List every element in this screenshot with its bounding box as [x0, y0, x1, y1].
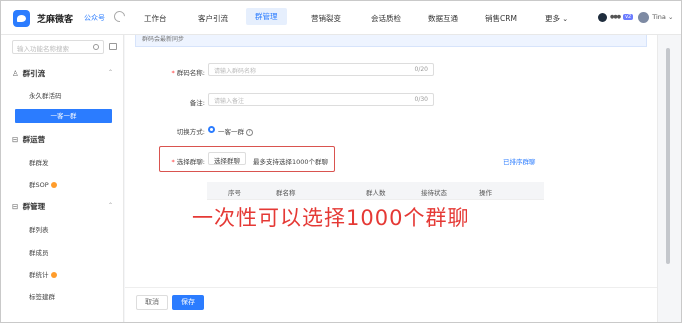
char-counter: 0/30: [414, 96, 428, 103]
top-navigation-bar: 芝麻微客 公众号 工作台 客户引流 群管理 营销裂变 会话质检 数据互通 销售C…: [1, 1, 681, 35]
nav-item-data-sync[interactable]: 数据互通: [428, 13, 458, 24]
group-code-name-input[interactable]: 请输入群码名称 0/20: [208, 63, 434, 76]
sidebar-search-input[interactable]: 输入功能名称搜索: [12, 40, 104, 54]
nav-item-sales-crm[interactable]: 销售CRM: [485, 13, 517, 24]
user-name[interactable]: Tina: [652, 13, 673, 21]
sidebar-item-group-members[interactable]: 群成员: [29, 247, 49, 257]
cancel-button[interactable]: 取消: [136, 295, 168, 310]
search-icon[interactable]: [93, 44, 99, 50]
nav-item-workbench[interactable]: 工作台: [144, 13, 167, 24]
char-counter: 0/20: [414, 66, 428, 73]
mode-option-label: 一客一群: [218, 128, 244, 136]
chevron-up-icon[interactable]: ⌃: [108, 69, 113, 76]
status-icon: [598, 12, 607, 22]
nav-item-group-management[interactable]: 群管理: [246, 8, 287, 25]
sidebar-item-label: 群SOP: [29, 181, 49, 189]
sidebar-group-label: 群运营: [22, 135, 46, 144]
save-button[interactable]: 保存: [172, 295, 204, 310]
theme-toggle-icon[interactable]: [111, 8, 128, 25]
column-header-actions: 操作: [479, 189, 492, 197]
select-group-label: 选择群聊:: [135, 156, 205, 166]
premium-crown-icon: [50, 272, 57, 278]
mode-option[interactable]: 一客一群?: [218, 126, 253, 136]
main-content: 群码会最新同步 群码名称: 请输入群码名称 0/20 备注: 请输入备注 0/3…: [125, 35, 657, 322]
nav-item-session-quality[interactable]: 会话质检: [371, 13, 401, 24]
account-dots: ●●●: [610, 14, 621, 20]
management-icon: ⊟: [12, 202, 19, 211]
switch-mode-label: 切换方式:: [176, 128, 205, 136]
chevron-up-icon[interactable]: ⌃: [108, 202, 113, 209]
sorted-groups-link[interactable]: 已排序群聊: [503, 156, 536, 166]
collapse-sidebar-icon[interactable]: [109, 43, 117, 50]
nav-item-marketing-fission[interactable]: 营销裂变: [311, 13, 341, 24]
premium-crown-icon: [50, 182, 57, 188]
form-footer: 取消 保存: [125, 287, 657, 322]
column-header-index: 序号: [228, 189, 241, 197]
search-placeholder: 输入功能名称搜索: [17, 45, 69, 53]
sidebar-item-group-sop[interactable]: 群SOP: [29, 179, 57, 189]
brand-name: 芝麻微客: [37, 15, 74, 25]
column-header-member-count: 群人数: [366, 189, 386, 197]
notice-banner: 群码会最新同步: [135, 35, 647, 47]
sidebar-item-group-stats[interactable]: 群统计: [29, 269, 57, 279]
sidebar-item-group-list[interactable]: 群列表: [29, 224, 49, 234]
nav-item-more[interactable]: 更多: [545, 13, 568, 24]
mode-radio-button[interactable]: [208, 126, 215, 133]
input-placeholder: 请输入备注: [214, 98, 245, 105]
sidebar-group-label: 群引流: [22, 69, 46, 78]
nav-item-customer-acquisition[interactable]: 客户引流: [198, 13, 228, 24]
logo-icon: [13, 10, 30, 27]
sidebar-group-group-acquisition[interactable]: ♙ 群引流: [12, 68, 45, 79]
sidebar-item-tag-group[interactable]: 标签建群: [29, 291, 55, 301]
avatar[interactable]: [638, 11, 650, 23]
sidebar-item-one-customer-one-group[interactable]: 一客一群: [15, 109, 112, 123]
column-header-group-name: 群名称: [276, 189, 296, 197]
sidebar-group-label: 群管理: [22, 202, 46, 211]
select-group-button[interactable]: 选择群聊: [208, 152, 246, 165]
sidebar-item-group-broadcast[interactable]: 群群发: [29, 157, 49, 167]
help-icon[interactable]: ?: [246, 128, 253, 136]
people-icon: ♙: [12, 69, 19, 78]
select-group-hint: 最多支持选择1000个群聊: [253, 158, 329, 166]
remark-input[interactable]: 请输入备注 0/30: [208, 93, 434, 106]
sidebar-group-group-operations[interactable]: ⊟ 群运营: [12, 134, 45, 145]
input-placeholder: 请输入群码名称: [214, 68, 257, 75]
sidebar-item-label: 群统计: [29, 271, 49, 279]
overlay-caption: 一次性可以选择1000个群聊: [192, 206, 470, 230]
sidebar-group-group-management[interactable]: ⊟ 群管理: [12, 201, 45, 212]
vip-badge: v2: [623, 14, 634, 20]
brand-subtitle[interactable]: 公众号: [84, 13, 105, 23]
group-code-name-label: 群码名称:: [135, 67, 205, 77]
column-header-reception-status: 接待状态: [421, 189, 447, 197]
scrollbar-thumb[interactable]: [666, 48, 670, 264]
sidebar: 输入功能名称搜索 ♙ 群引流 ⌃ 永久群活码 一客一群 ⊟ 群运营 群群发 群S…: [1, 35, 124, 322]
remark-label: 备注:: [189, 99, 205, 107]
group-table-header: 序号 群名称 群人数 接待状态 操作: [207, 182, 544, 200]
operations-icon: ⊟: [12, 135, 19, 144]
sidebar-item-permanent-group-code[interactable]: 永久群活码: [29, 90, 62, 100]
user-menu[interactable]: ●●● v2 Tina: [598, 10, 673, 24]
